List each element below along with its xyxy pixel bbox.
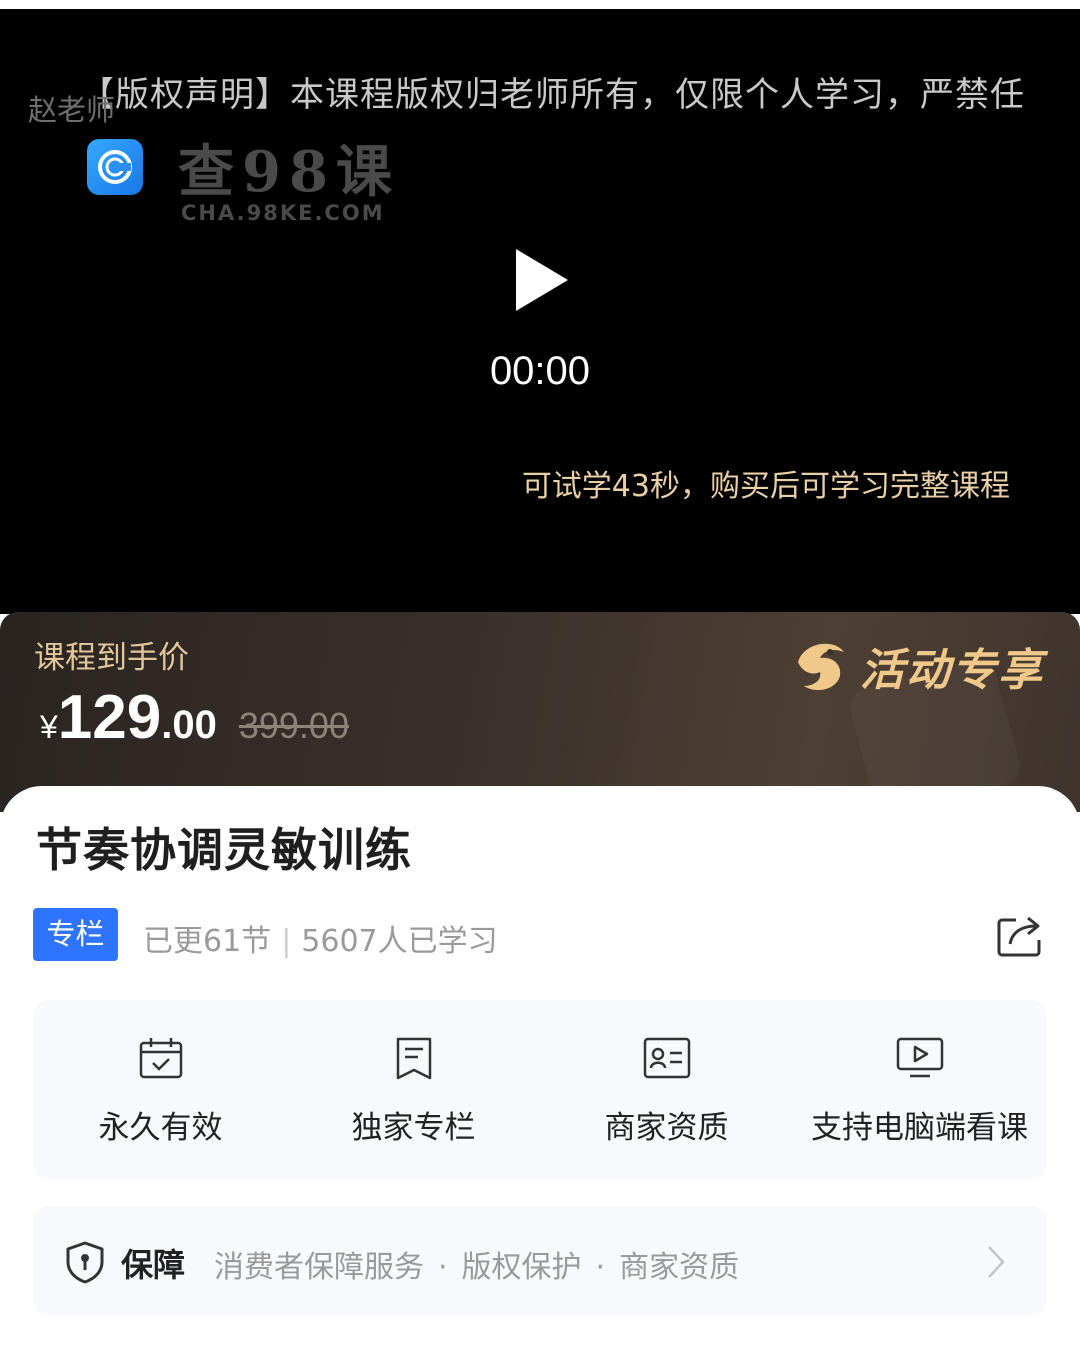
chevron-right-icon <box>988 1246 1005 1278</box>
guarantee-separator: · <box>438 1250 448 1285</box>
original-price: 399.00 <box>238 705 349 746</box>
calendar-check-icon <box>139 1038 182 1079</box>
copyright-marquee: 【版权声明】本课程版权归老师所有，仅限个人学习，严禁任何形式的录制、传播和账号分… <box>80 75 1026 115</box>
guarantee-item: 商家资质 <box>619 1250 740 1285</box>
mascot-icon <box>798 643 844 691</box>
watermark-url: CHA.98KE.COM <box>181 201 385 225</box>
column-tag: 专栏 <box>33 908 118 961</box>
bookmark-doc-icon <box>396 1037 431 1080</box>
guarantee-item: 消费者保障服务 <box>214 1250 424 1285</box>
price-decimal: .00 <box>161 703 217 747</box>
guarantee-items: 消费者保障服务 · 版权保护 · 商家资质 <box>214 1242 739 1286</box>
watermark-title: 查98课 <box>178 139 400 205</box>
shield-icon <box>66 1241 104 1284</box>
meta-separator: | <box>281 924 292 959</box>
feature-list: 永久有效 独家专栏 商家资质 支持电脑端看课 <box>34 1000 1046 1180</box>
teacher-watermark: 赵老师 <box>28 93 116 127</box>
monitor-play-icon <box>896 1037 943 1078</box>
play-button[interactable] <box>510 245 574 315</box>
feature-item: 独家专栏 <box>287 1000 540 1180</box>
price-banner: 课程到手价 ¥129.00 399.00 活动专享 <box>0 612 1080 812</box>
watermark-logo-icon <box>87 139 143 195</box>
feature-item: 商家资质 <box>540 1000 793 1180</box>
promo-label: 活动专享 <box>860 645 1044 696</box>
feature-item: 支持电脑端看课 <box>793 1000 1046 1180</box>
course-info-card: 节奏协调灵敏训练 专栏 已更61节 | 5607人已学习 永久有效 独家专栏 商… <box>0 786 1080 1368</box>
guarantee-item: 版权保护 <box>461 1250 582 1285</box>
course-meta: 已更61节 | 5607人已学习 <box>143 916 498 960</box>
price-label: 课程到手价 <box>34 640 189 676</box>
price-row: ¥129.00 399.00 <box>40 682 349 753</box>
price-currency: ¥ <box>40 709 58 745</box>
learner-count: 5607人已学习 <box>301 924 498 959</box>
course-title: 节奏协调灵敏训练 <box>36 823 412 877</box>
feature-label: 商家资质 <box>604 1110 729 1146</box>
trial-notice: 可试学43秒，购买后可学习完整课程 <box>521 469 1010 504</box>
video-timecode: 00:00 <box>489 349 591 393</box>
guarantee-title: 保障 <box>121 1246 186 1284</box>
feature-label: 支持电脑端看课 <box>811 1110 1028 1146</box>
price-integer: 129 <box>57 683 162 752</box>
feature-label: 独家专栏 <box>351 1110 476 1146</box>
video-player[interactable]: 【版权声明】本课程版权归老师所有，仅限个人学习，严禁任何形式的录制、传播和账号分… <box>0 9 1080 614</box>
feature-label: 永久有效 <box>98 1110 223 1146</box>
guarantee-separator: · <box>595 1250 606 1285</box>
promo-badge: 活动专享 <box>790 634 1044 698</box>
play-icon <box>516 249 568 311</box>
share-button[interactable] <box>996 914 1044 958</box>
updated-count: 已更61节 <box>143 924 272 959</box>
status-strip <box>0 0 1080 9</box>
feature-item: 永久有效 <box>34 1000 287 1180</box>
id-card-icon <box>643 1037 690 1079</box>
share-icon <box>997 916 1041 957</box>
guarantee-row[interactable]: 保障 消费者保障服务 · 版权保护 · 商家资质 <box>34 1206 1046 1316</box>
